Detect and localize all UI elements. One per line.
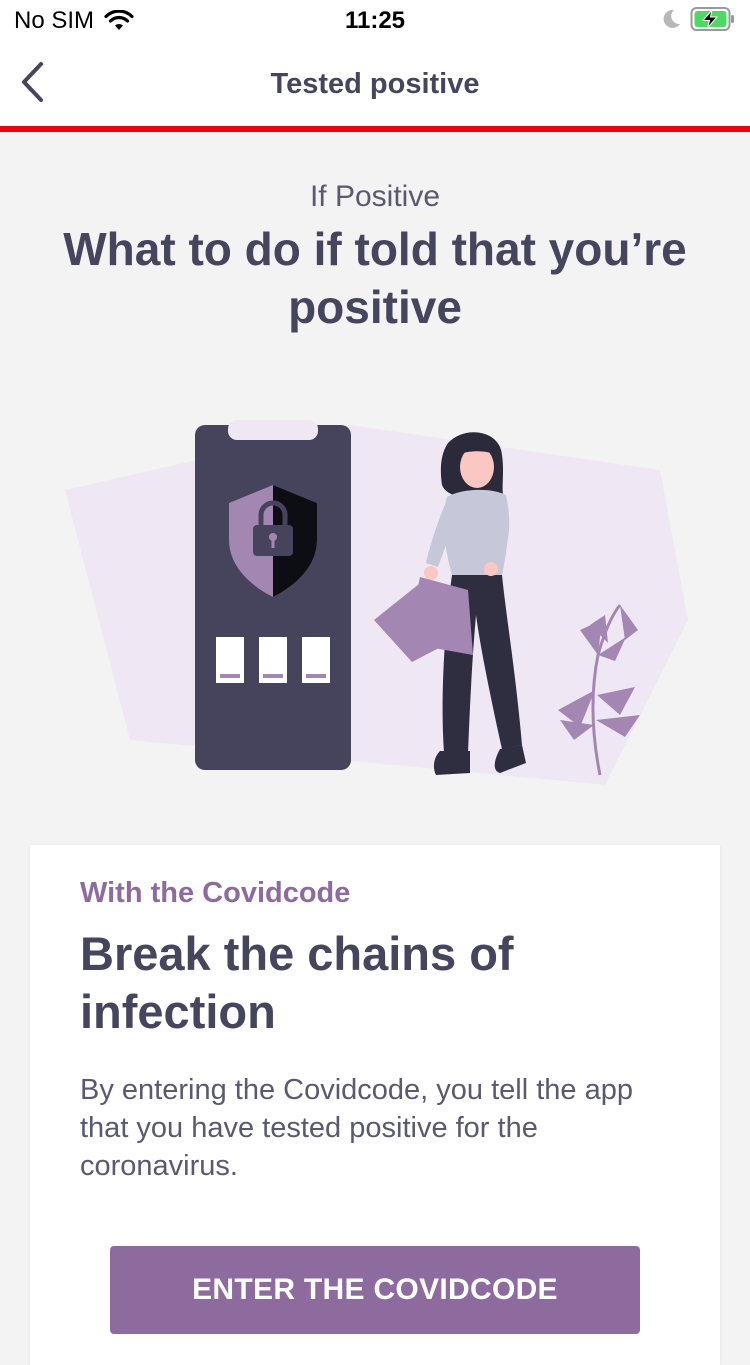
status-right <box>660 6 736 32</box>
moon-icon <box>660 8 682 30</box>
card-body: By entering the Covidcode, you tell the … <box>80 1074 633 1182</box>
card-title: Break the chains of infection <box>80 927 514 1038</box>
enter-covidcode-button[interactable]: ENTER THE COVIDCODE <box>110 1246 640 1334</box>
woman-with-phone-shield-illustration <box>60 415 700 795</box>
battery-charging-icon <box>690 6 736 32</box>
status-bar: No SIM 11:25 <box>0 0 750 40</box>
navigation-bar: Tested positive <box>0 40 750 128</box>
section-eyebrow: If Positive <box>309 180 441 213</box>
status-time: 11:25 <box>344 7 406 34</box>
page-title: Tested positive <box>270 68 480 100</box>
nav-divider <box>0 126 750 132</box>
card-eyebrow: With the Covidcode <box>80 877 351 909</box>
covidcode-card: With the Covidcode Break the chains of i… <box>30 845 720 1365</box>
section-headline: What to do if told that you’re positive <box>63 223 687 333</box>
